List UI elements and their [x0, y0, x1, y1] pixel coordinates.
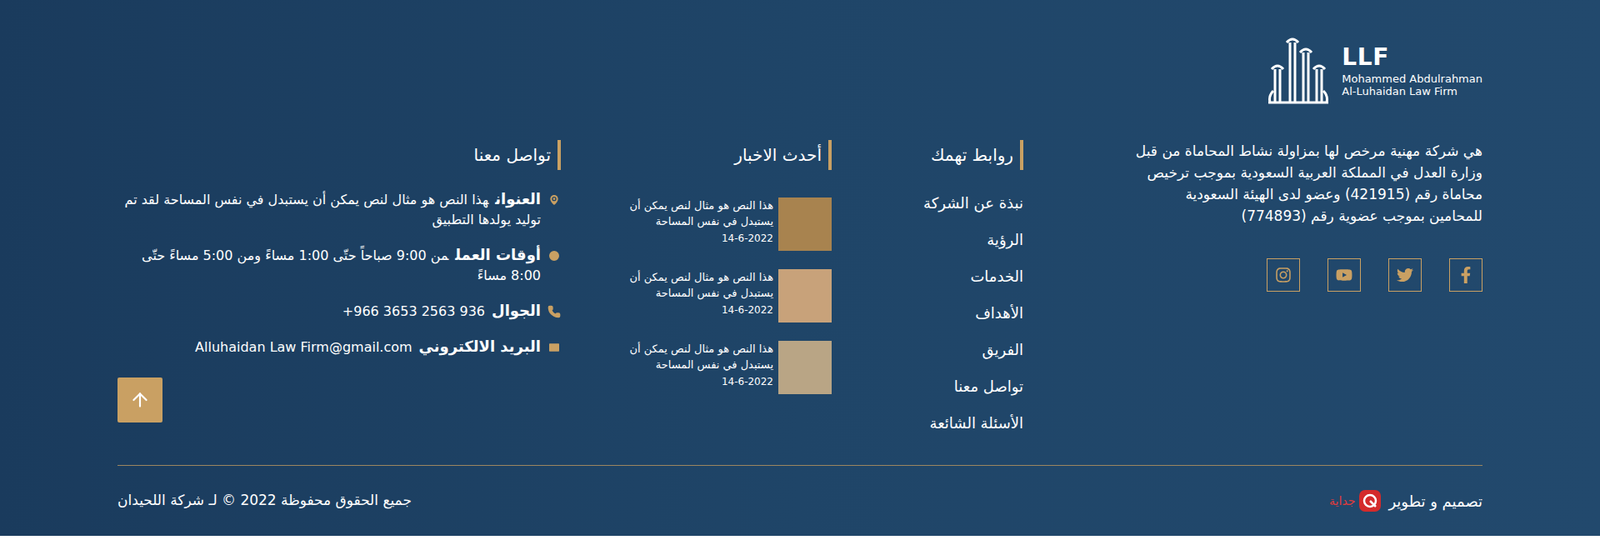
news-list: هذا النص هو مثال لنص يمكن أن يستبدل في ن…	[610, 197, 832, 395]
news-text: هذا النص هو مثال لنص يمكن أن يستبدل في ن…	[610, 197, 774, 246]
footer-link[interactable]: الفريق	[981, 338, 1024, 361]
pillars-logo-icon	[1265, 35, 1332, 107]
social-button[interactable]	[1449, 258, 1483, 292]
youtube-icon	[1335, 266, 1353, 284]
contact-row: العنوانهذا النص هو مثال لنص يمكن أن يستب…	[117, 189, 561, 230]
heading-bar	[828, 140, 832, 170]
news-text: هذا النص هو مثال لنص يمكن أن يستبدل في ن…	[610, 340, 774, 390]
contact-value: هذا النص هو مثال لنص يمكن أن يستبدل في ن…	[125, 191, 541, 228]
clock-icon	[547, 249, 561, 263]
mail-icon	[547, 340, 561, 355]
footer-link[interactable]: تواصل معنا	[954, 375, 1024, 398]
contact-row: أوقات العملمن 9:00 صباحاً حتّى 1:00 مساء…	[117, 245, 561, 286]
news-photo	[778, 269, 832, 323]
logo[interactable]: LLFMohammed AbdulrahmanAl-Luhaidan Law F…	[1265, 35, 1483, 107]
phone-icon	[547, 305, 561, 319]
links-column: روابط تهمك نبذة عن الشركة الرؤية الخدمات الأ…	[856, 35, 1024, 465]
links-heading: روابط تهمك	[856, 139, 1024, 171]
footer-divider	[117, 465, 1483, 466]
social-button[interactable]	[1388, 258, 1422, 292]
copyright: جميع الحقوق محفوظة 2022 © لـ شركة اللحيد…	[117, 490, 412, 512]
heading-bar	[1020, 140, 1024, 170]
heading-bar	[557, 140, 561, 170]
contact-list: العنوانهذا النص هو مثال لنص يمكن أن يستب…	[117, 189, 561, 358]
news-heading: أحدث الاخبار	[610, 139, 832, 171]
site-footer: LLFMohammed AbdulrahmanAl-Luhaidan Law F…	[0, 0, 1600, 536]
news-item[interactable]: هذا النص هو مثال لنص يمكن أن يستبدل في ن…	[610, 197, 832, 251]
credit: تصميم و تطويرجداية	[1329, 489, 1483, 513]
news-item[interactable]: هذا النص هو مثال لنص يمكن أن يستبدل في ن…	[610, 269, 832, 323]
footer-link[interactable]: الخدمات	[970, 265, 1024, 288]
footer-link[interactable]: الأسئلة الشائعة	[930, 411, 1024, 435]
facebook-icon	[1457, 266, 1475, 284]
footer-link[interactable]: الرؤية	[986, 228, 1024, 251]
contact-heading: تواصل معنا	[117, 139, 561, 171]
contact-value[interactable]: +966 3653 2563 936	[342, 301, 485, 322]
about-column: LLFMohammed AbdulrahmanAl-Luhaidan Law F…	[1132, 35, 1483, 465]
instagram-icon	[1275, 266, 1292, 284]
arrow-up-icon	[129, 389, 151, 411]
links-list: نبذة عن الشركة الرؤية الخدمات الأهداف الفريق…	[856, 184, 1024, 441]
contact-row: الجوال+966 3653 2563 936	[117, 300, 561, 322]
social-button[interactable]	[1266, 258, 1300, 292]
footer-link[interactable]: الأهداف	[975, 301, 1024, 325]
contact-value[interactable]: Alluhaidan Law Firm@gmail.com	[195, 337, 413, 358]
about-text: هي شركة مهنية مرخص لها بمزاولة نشاط المح…	[1132, 140, 1483, 227]
news-column: أحدث الاخبار هذا النص هو مثال لنص يمكن أن…	[610, 35, 832, 465]
news-text: هذا النص هو مثال لنص يمكن أن يستبدل في ن…	[610, 269, 774, 318]
partner-mark-icon	[1358, 489, 1382, 513]
partner-logo[interactable]: جداية	[1329, 489, 1382, 513]
twitter-icon	[1396, 266, 1414, 284]
news-photo	[778, 197, 832, 251]
scroll-top-button[interactable]	[117, 377, 163, 423]
contact-column: تواصل معنا العنوانهذا النص هو مثال لنص يم…	[117, 35, 561, 465]
news-photo	[778, 340, 832, 395]
footer-link[interactable]: نبذة عن الشركة	[923, 191, 1024, 215]
page: LLFMohammed AbdulrahmanAl-Luhaidan Law F…	[0, 0, 1600, 555]
location-icon	[547, 193, 561, 207]
footer-bottom: تصميم و تطويرجداية جميع الحقوق محفوظة 202…	[117, 465, 1483, 536]
contact-row: البريد الالكترونيAlluhaidan Law Firm@gma…	[117, 336, 561, 358]
social-links	[1132, 258, 1483, 292]
news-item[interactable]: هذا النص هو مثال لنص يمكن أن يستبدل في ن…	[610, 340, 832, 395]
logo-text: LLFMohammed AbdulrahmanAl-Luhaidan Law F…	[1341, 45, 1483, 98]
social-button[interactable]	[1327, 258, 1361, 292]
footer-columns: LLFMohammed AbdulrahmanAl-Luhaidan Law F…	[117, 35, 1483, 465]
